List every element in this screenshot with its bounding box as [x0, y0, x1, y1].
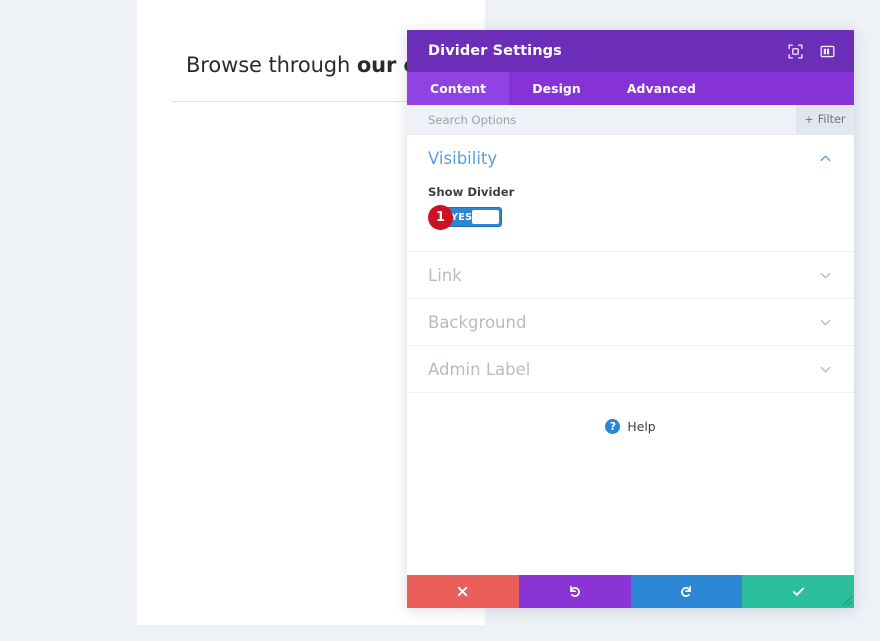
tab-content[interactable]: Content — [407, 72, 510, 105]
step-badge: 1 — [428, 205, 453, 230]
modal-footer — [407, 575, 854, 608]
section-visibility: Visibility Show Divider YES 1 — [407, 135, 854, 252]
section-visibility-body: Show Divider YES 1 — [407, 181, 854, 251]
page-heading-plain: Browse through — [186, 53, 357, 77]
show-divider-label: Show Divider — [428, 185, 515, 199]
section-visibility-title: Visibility — [428, 148, 498, 168]
resize-handle[interactable] — [837, 591, 853, 607]
redo-button[interactable] — [630, 575, 743, 608]
chevron-down-icon[interactable] — [817, 267, 833, 283]
tab-design[interactable]: Design — [509, 72, 604, 105]
search-input[interactable] — [407, 105, 796, 134]
layout-view-icon[interactable] — [814, 38, 840, 64]
plus-icon: + — [804, 113, 814, 126]
section-admin-label-header[interactable]: Admin Label — [407, 346, 854, 392]
chevron-up-icon[interactable] — [817, 150, 833, 166]
section-link: Link — [407, 252, 854, 299]
modal-body: Visibility Show Divider YES 1 Link Backg… — [407, 135, 854, 575]
modal-title: Divider Settings — [428, 43, 562, 59]
filter-button[interactable]: + Filter — [796, 105, 854, 134]
divider-settings-modal: Divider Settings Content Design Advanced — [407, 30, 854, 608]
modal-tabs: Content Design Advanced — [407, 72, 854, 105]
help-question-icon: ? — [605, 419, 621, 434]
section-background-header[interactable]: Background — [407, 299, 854, 345]
section-link-header[interactable]: Link — [407, 252, 854, 298]
chevron-down-icon[interactable] — [817, 361, 833, 377]
section-background: Background — [407, 299, 854, 346]
filter-label: Filter — [817, 113, 846, 126]
cancel-button[interactable] — [407, 575, 519, 608]
search-filter-bar: + Filter — [407, 105, 854, 135]
show-divider-row: YES 1 — [428, 205, 833, 230]
toggle-knob[interactable] — [472, 210, 499, 224]
section-admin-label: Admin Label — [407, 346, 854, 393]
section-visibility-header[interactable]: Visibility — [407, 135, 854, 181]
help-row[interactable]: ? Help — [407, 393, 854, 434]
modal-titlebar[interactable]: Divider Settings — [407, 30, 854, 72]
fullscreen-icon[interactable] — [782, 38, 808, 64]
undo-button[interactable] — [518, 575, 631, 608]
section-link-title: Link — [428, 265, 462, 285]
help-label[interactable]: Help — [627, 419, 655, 434]
tab-advanced[interactable]: Advanced — [604, 72, 719, 105]
section-admin-label-title: Admin Label — [428, 359, 531, 379]
section-background-title: Background — [428, 312, 527, 332]
chevron-down-icon[interactable] — [817, 314, 833, 330]
